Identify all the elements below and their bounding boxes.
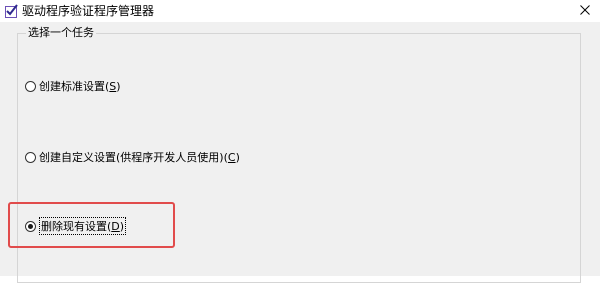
task-group-legend: 选择一个任务 <box>26 26 96 40</box>
title-bar: 驱动程序验证程序管理器 <box>0 0 600 22</box>
radio-label: 创建自定义设置(供程序开发人员使用)(C) <box>39 151 240 164</box>
radio-create-standard[interactable]: 创建标准设置(S) <box>25 78 121 94</box>
radio-create-custom[interactable]: 创建自定义设置(供程序开发人员使用)(C) <box>25 149 240 165</box>
radio-button-circle[interactable] <box>25 80 36 92</box>
driver-verifier-window: 驱动程序验证程序管理器 选择一个任务 创建标准设置(S) 创建自定义设置(供程序… <box>0 0 600 283</box>
radio-button-circle[interactable] <box>25 151 36 163</box>
radio-label: 创建标准设置(S) <box>39 80 121 93</box>
red-highlight-box <box>8 202 175 248</box>
window-title: 驱动程序验证程序管理器 <box>22 4 155 18</box>
close-icon <box>580 4 590 18</box>
verifier-app-icon <box>5 4 19 18</box>
close-button[interactable] <box>570 0 600 22</box>
